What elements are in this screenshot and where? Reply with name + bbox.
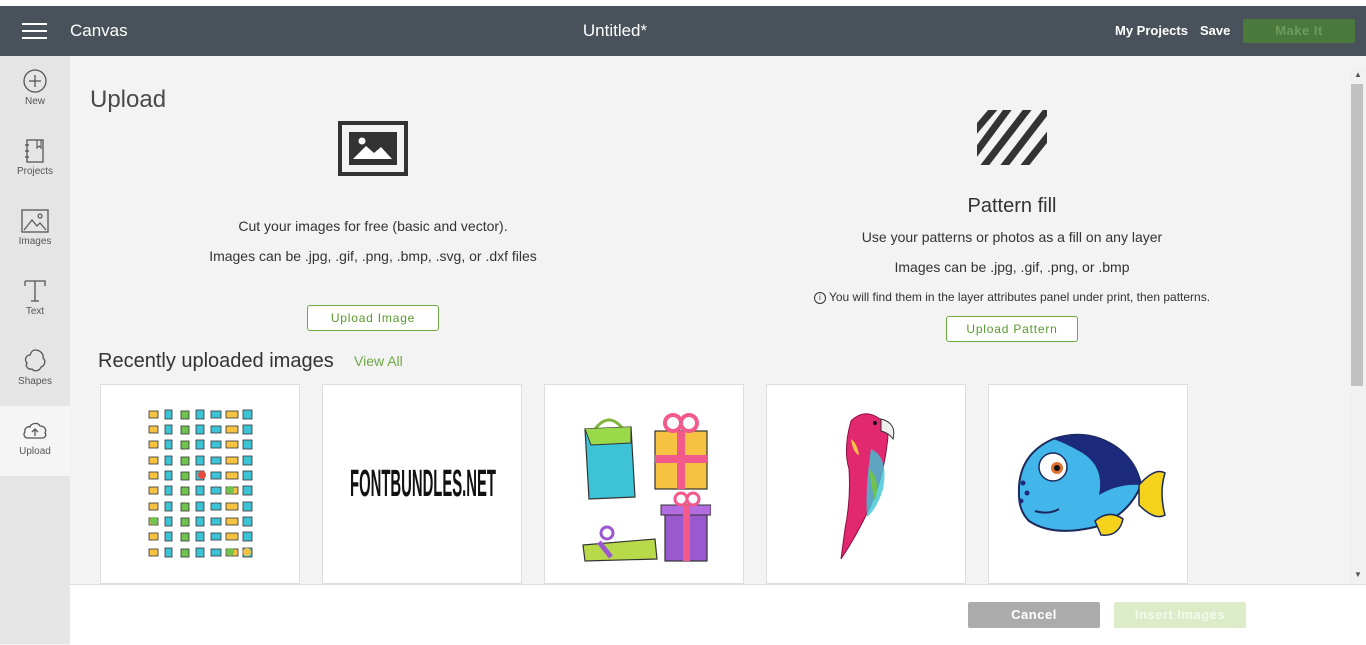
recent-image-card-1[interactable] <box>100 384 300 584</box>
scroll-down-arrow-icon[interactable]: ▼ <box>1350 570 1366 580</box>
sidebar-item-label: Images <box>18 236 52 247</box>
recent-image-card-2[interactable]: FONTBUNDLES.NET <box>322 384 522 584</box>
cloud-upload-icon <box>23 422 47 439</box>
insert-images-button[interactable]: Insert Images <box>1114 602 1246 628</box>
sidebar-item-text[interactable]: Text <box>0 266 70 336</box>
recent-image-card-3[interactable] <box>544 384 744 584</box>
info-icon: i <box>813 292 826 304</box>
sidebar-item-upload[interactable]: Upload <box>0 406 70 476</box>
pattern-fill-desc: Use your patterns or photos as a fill on… <box>861 229 1163 245</box>
recent-image-card-5[interactable] <box>988 384 1188 584</box>
icon-set-thumbnail <box>148 409 253 558</box>
pattern-fill-title: Pattern fill <box>967 195 1057 217</box>
plus-circle-icon <box>23 69 47 93</box>
sidebar-item-label: Projects <box>16 166 54 177</box>
fontbundles-text: FONTBUNDLES.NET <box>350 461 496 504</box>
upload-image-desc: Cut your images for free (basic and vect… <box>238 218 508 234</box>
scrollbar-thumb[interactable] <box>1351 84 1363 386</box>
cancel-button[interactable]: Cancel <box>968 602 1100 628</box>
sidebar-item-label: Shapes <box>18 376 52 387</box>
text-t-icon <box>24 280 46 302</box>
upload-image-formats: Images can be .jpg, .gif, .png, .bmp, .s… <box>209 248 537 264</box>
upload-panel: Upload Cut your images for free (basic a… <box>70 56 1350 584</box>
sidebar-item-projects[interactable]: Projects <box>0 126 70 196</box>
recent-image-card-4[interactable] <box>766 384 966 584</box>
sidebar-item-images[interactable]: Images <box>0 196 70 266</box>
pattern-info-note: i You will find them in the layer attribu… <box>770 290 1254 304</box>
notebook-icon <box>25 139 44 163</box>
upload-image-icon <box>338 121 408 176</box>
page-title: Upload <box>90 86 167 113</box>
save-button[interactable]: Save <box>1200 23 1230 38</box>
recent-images-title: Recently uploaded images <box>98 350 334 372</box>
fish-thumbnail <box>1017 433 1166 536</box>
my-projects-link[interactable]: My Projects <box>1115 23 1188 38</box>
sidebar-item-label: Text <box>25 306 45 317</box>
scroll-up-arrow-icon[interactable]: ▲ <box>1350 70 1366 80</box>
pattern-fill-icon <box>977 110 1047 165</box>
upload-image-button[interactable]: Upload Image <box>307 305 439 331</box>
top-bar: Canvas Untitled* My Projects Save Make I… <box>0 6 1366 56</box>
pattern-info-text: You will find them in the layer attribut… <box>828 290 1211 304</box>
upload-pattern-button[interactable]: Upload Pattern <box>946 316 1078 342</box>
sidebar-item-shapes[interactable]: Shapes <box>0 336 70 406</box>
view-all-link[interactable]: View All <box>354 353 403 369</box>
fontbundles-logo-thumbnail: FONTBUNDLES.NET <box>350 461 496 504</box>
sidebar-item-label: New <box>24 96 45 107</box>
document-title[interactable]: Untitled* <box>0 21 1230 41</box>
make-it-button[interactable]: Make It <box>1243 19 1355 43</box>
shapes-icon <box>24 349 46 372</box>
gift-bags-thumbnail <box>582 413 711 562</box>
image-icon <box>21 209 49 233</box>
pattern-fill-formats: Images can be .jpg, .gif, .png, or .bmp <box>894 259 1130 275</box>
sidebar-item-label: Upload <box>19 446 51 457</box>
sidebar: New Projects Images Text Shapes Upload <box>0 56 70 644</box>
sidebar-item-new[interactable]: New <box>0 56 70 126</box>
parrot-thumbnail <box>840 413 895 560</box>
dialog-footer: Cancel Insert Images <box>70 584 1366 645</box>
